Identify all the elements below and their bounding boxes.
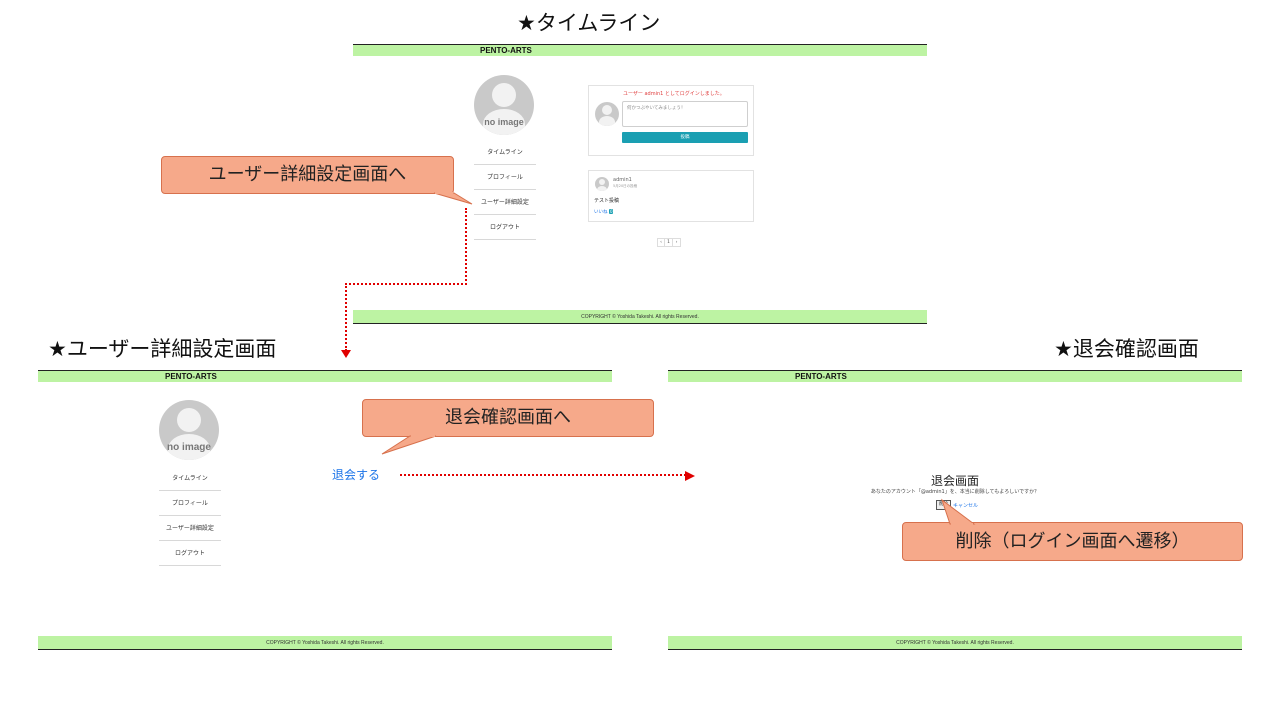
connector-line <box>465 208 467 285</box>
pagination-page-1[interactable]: 1 <box>665 238 673 247</box>
menu-item-timeline[interactable]: タイムライン <box>159 466 221 491</box>
brand-logo[interactable]: PENTO-ARTS <box>480 45 532 56</box>
like-count-badge: 0 <box>608 209 614 214</box>
post-button[interactable]: 投稿 <box>622 132 748 143</box>
user-settings-section-title: ★ユーザー詳細設定画面 <box>48 337 277 361</box>
avatar: no image <box>474 75 534 135</box>
withdraw-link[interactable]: 退会する <box>332 466 380 483</box>
callout-to-user-settings: ユーザー詳細設定画面へ <box>161 156 454 194</box>
arrow-down-icon <box>341 350 351 358</box>
login-message: ユーザー admin1 としてログインしました。 <box>623 91 725 97</box>
post-form-card: ユーザー admin1 としてログインしました。 何かつぶやいてみましょう！ 投… <box>588 85 754 156</box>
app-header: PENTO-ARTS <box>668 370 1242 382</box>
connector-line <box>345 283 347 351</box>
like-button[interactable]: いいね 0 <box>594 209 614 215</box>
app-header: PENTO-ARTS <box>38 370 612 382</box>
footer-copyright: COPYRIGHT © Yoshida Takeshi. All rights … <box>266 640 384 646</box>
callout-pointer <box>941 498 976 525</box>
withdraw-title: 退会画面 <box>930 474 979 488</box>
brand-logo[interactable]: PENTO-ARTS <box>795 371 847 382</box>
menu-item-user-settings[interactable]: ユーザー詳細設定 <box>474 190 536 215</box>
callout-pointer <box>433 192 473 205</box>
no-image-label: no image <box>484 117 524 127</box>
post-avatar <box>595 177 609 191</box>
menu-item-timeline[interactable]: タイムライン <box>474 140 536 165</box>
no-image-label: no image <box>167 442 211 453</box>
menu-item-logout[interactable]: ログアウト <box>159 541 221 566</box>
withdraw-section-title: ★退会確認画面 <box>1054 337 1199 361</box>
pagination-next[interactable]: › <box>673 238 681 247</box>
sidebar-menu: タイムライン プロフィール ユーザー詳細設定 ログアウト <box>474 140 536 240</box>
like-label: いいね <box>594 210 608 215</box>
withdraw-message: あなたのアカウント「@admin1」を、本当に削除してもよろしいですか？ <box>870 489 1040 495</box>
pagination: ‹ 1 › <box>657 238 681 247</box>
menu-item-profile[interactable]: プロフィール <box>159 491 221 516</box>
arrow-right-icon <box>685 471 695 481</box>
connector-line <box>400 474 686 476</box>
app-header: PENTO-ARTS <box>353 44 927 56</box>
post-card: admin1 5月20日の投稿 テスト投稿 いいね 0 <box>588 170 754 222</box>
footer-copyright: COPYRIGHT © Yoshida Takeshi. All rights … <box>581 314 699 320</box>
post-text: テスト投稿 <box>594 198 620 204</box>
app-footer: COPYRIGHT © Yoshida Takeshi. All rights … <box>38 636 612 650</box>
menu-item-logout[interactable]: ログアウト <box>474 215 536 240</box>
brand-logo[interactable]: PENTO-ARTS <box>165 371 217 382</box>
post-form-avatar <box>595 102 619 126</box>
pagination-prev[interactable]: ‹ <box>657 238 665 247</box>
app-footer: COPYRIGHT © Yoshida Takeshi. All rights … <box>353 310 927 324</box>
menu-item-user-settings[interactable]: ユーザー詳細設定 <box>159 516 221 541</box>
avatar: no image <box>159 400 219 460</box>
timeline-section-title: ★タイムライン <box>517 11 661 35</box>
post-textarea[interactable]: 何かつぶやいてみましょう！ <box>622 101 748 127</box>
post-date: 5月20日の投稿 <box>613 184 638 188</box>
callout-pointer <box>381 435 437 455</box>
post-username[interactable]: admin1 <box>613 177 632 183</box>
sidebar-menu: タイムライン プロフィール ユーザー詳細設定 ログアウト <box>159 466 221 566</box>
app-footer: COPYRIGHT © Yoshida Takeshi. All rights … <box>668 636 1242 650</box>
menu-item-profile[interactable]: プロフィール <box>474 165 536 190</box>
footer-copyright: COPYRIGHT © Yoshida Takeshi. All rights … <box>896 640 1014 646</box>
connector-line <box>345 283 467 285</box>
